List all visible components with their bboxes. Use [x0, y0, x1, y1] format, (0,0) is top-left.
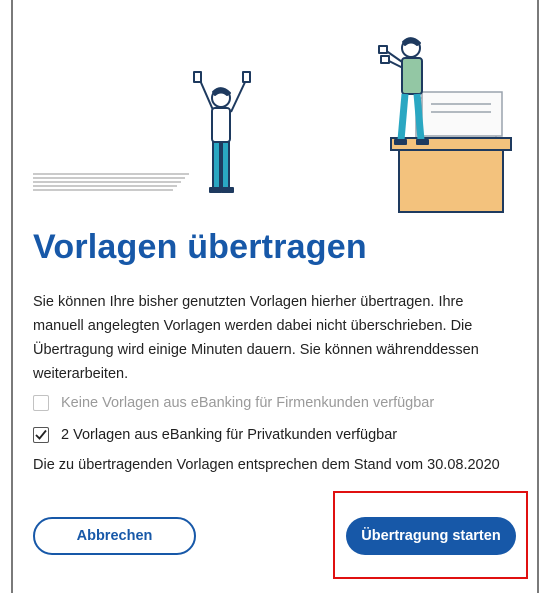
option-privatkunden-label: 2 Vorlagen aus eBanking für Privatkunden…: [61, 427, 398, 443]
transfer-illustration: [33, 37, 512, 213]
dialog-description: Sie können Ihre bisher genutzten Vorlage…: [33, 294, 479, 382]
box-illustration: [390, 137, 512, 213]
dialog-title: Vorlagen übertragen: [33, 228, 367, 266]
speed-lines: [33, 173, 189, 191]
option-privatkunden[interactable]: 2 Vorlagen aus eBanking für Privatkunden…: [33, 424, 397, 446]
checkbox-privatkunden[interactable]: [33, 427, 49, 443]
dialog: Vorlagen übertragen Sie können Ihre bish…: [11, 0, 539, 593]
stand-note: Die zu übertragenden Vorlagen entspreche…: [33, 457, 500, 473]
option-firmenkunden-label: Keine Vorlagen aus eBanking für Firmenku…: [61, 395, 435, 411]
catching-person-figure: [193, 71, 251, 193]
document-stack: [415, 91, 503, 143]
option-firmenkunden: Keine Vorlagen aus eBanking für Firmenku…: [33, 392, 434, 414]
cancel-button[interactable]: Abbrechen: [33, 517, 196, 555]
checkmark-icon: [35, 429, 47, 440]
checkbox-firmenkunden: [33, 395, 49, 411]
start-transfer-button[interactable]: Übertragung starten: [346, 517, 516, 555]
throwing-person-figure: [378, 37, 429, 145]
